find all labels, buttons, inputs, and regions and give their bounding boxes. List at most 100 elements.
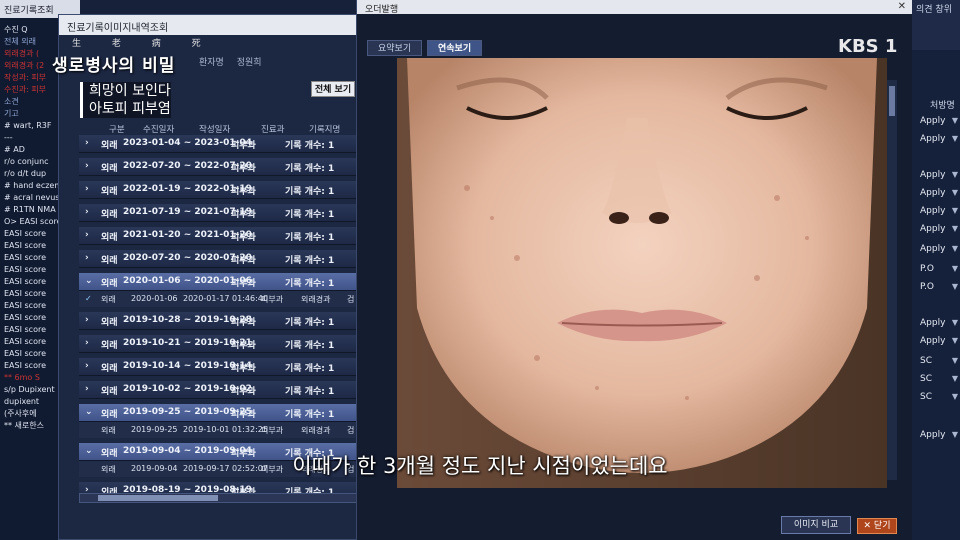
close-button[interactable]: ✕ 닫기 (857, 518, 897, 534)
expand-chevron-icon[interactable]: › (85, 338, 89, 348)
program-logo: 生 老 病 死 생로병사의 비밀 (52, 36, 215, 76)
record-type: 외래 (101, 410, 118, 420)
prescription-route-select[interactable]: Apply ▼ (920, 430, 960, 444)
record-row[interactable]: › 외래 2019-10-21 ~ 2019-10-21 피부과 기록 개수: 1 (79, 335, 357, 353)
program-hanja: 生 老 病 死 (72, 39, 215, 49)
expand-chevron-icon[interactable]: › (85, 230, 89, 240)
check-icon: ✓ (85, 294, 92, 303)
record-row[interactable]: ⌄ 외래 2019-09-25 ~ 2019-09-25 피부과 기록 개수: 1 (79, 404, 357, 422)
prescription-route-select[interactable]: Apply ▼ (920, 188, 960, 202)
patient-face-photo (397, 58, 887, 488)
expand-chevron-icon[interactable]: › (85, 161, 89, 171)
sub-visit-date: 2020-01-06 (131, 294, 178, 303)
prescription-header: 처방명 (930, 101, 955, 111)
record-row[interactable]: › 외래 2022-01-19 ~ 2022-01-19 피부과 기록 개수: 1 (79, 181, 357, 199)
prescription-route-select[interactable]: Apply ▼ (920, 206, 960, 220)
expand-chevron-icon[interactable]: › (85, 253, 89, 263)
horizontal-scrollbar[interactable] (79, 493, 357, 503)
view-all-button[interactable]: 전체 보기 (311, 81, 355, 97)
record-type: 외래 (101, 210, 118, 220)
prescription-route-select[interactable]: P.O ▼ (920, 282, 960, 296)
route-label: Apply (920, 224, 946, 234)
prescription-route-select[interactable]: Apply ▼ (920, 318, 960, 332)
expand-chevron-icon[interactable]: › (85, 384, 89, 394)
record-count: 기록 개수: 1 (285, 341, 335, 351)
record-count: 기록 개수: 1 (285, 256, 335, 266)
tab-continuous[interactable]: 연속보기 (427, 40, 483, 56)
record-row[interactable]: › 외래 2022-07-20 ~ 2022-07-20 피부과 기록 개수: 1 (79, 158, 357, 176)
record-department: 피부과 (231, 256, 256, 266)
route-label: Apply (920, 188, 946, 198)
expand-chevron-icon[interactable]: › (85, 361, 89, 371)
scroll-thumb[interactable] (889, 86, 895, 116)
record-count: 기록 개수: 1 (285, 233, 335, 243)
record-row[interactable]: › 외래 2023-01-04 ~ 2023-01-04 피부과 기록 개수: 1 (79, 135, 357, 153)
record-department: 피부과 (231, 141, 256, 151)
prescription-route-select[interactable]: Apply ▼ (920, 116, 960, 130)
record-department: 피부과 (231, 364, 256, 374)
expand-chevron-icon[interactable]: › (85, 315, 89, 325)
record-department: 피부과 (231, 187, 256, 197)
dropdown-arrow-icon: ▼ (951, 282, 958, 291)
record-department: 피부과 (231, 164, 256, 174)
record-count: 기록 개수: 1 (285, 364, 335, 374)
dropdown-arrow-icon: ▼ (951, 264, 958, 273)
prescription-route-select[interactable]: Apply ▼ (920, 244, 960, 258)
prescription-route-select[interactable]: Apply ▼ (920, 170, 960, 184)
record-row[interactable]: › 외래 2019-10-28 ~ 2019-10-28 피부과 기록 개수: 1 (79, 312, 357, 330)
sub-department: 피부과 (261, 295, 284, 304)
record-row[interactable]: › 외래 2021-07-19 ~ 2021-07-19 피부과 기록 개수: 1 (79, 204, 357, 222)
col-type: 구분 (109, 125, 125, 135)
prescription-route-select[interactable]: Apply ▼ (920, 336, 960, 350)
expand-chevron-icon[interactable]: › (85, 207, 89, 217)
expand-chevron-icon[interactable]: › (85, 184, 89, 194)
prescription-route-select[interactable]: Apply ▼ (920, 134, 960, 148)
col-record-name: 기록지명 (309, 125, 341, 135)
prescription-route-select[interactable]: SC ▼ (920, 356, 960, 370)
prescription-route-select[interactable]: SC ▼ (920, 392, 960, 406)
prescription-route-select[interactable]: Apply ▼ (920, 224, 960, 238)
record-row[interactable]: › 외래 2020-07-20 ~ 2020-07-20 피부과 기록 개수: 1 (79, 250, 357, 268)
sub-record-name: 외래경과 (301, 426, 331, 435)
list-window-title: 진료기록이미지내역조회 (59, 15, 357, 35)
expand-chevron-icon[interactable]: ⌄ (85, 276, 93, 286)
record-type: 외래 (101, 233, 118, 243)
close-icon[interactable]: ✕ (898, 1, 906, 12)
dropdown-arrow-icon: ▼ (951, 318, 958, 327)
scroll-thumb[interactable] (98, 495, 218, 501)
record-subrow[interactable]: 외래 2019-09-25 2019-10-01 01:32:25 피부과 외래경과 검 (79, 422, 357, 438)
route-label: Apply (920, 206, 946, 216)
record-type: 외래 (101, 187, 118, 197)
col-visit-date: 수진일자 (143, 125, 175, 135)
col-written-date: 작성일자 (199, 125, 231, 135)
record-type: 외래 (101, 364, 118, 374)
viewer-title: 오더발행 (357, 0, 912, 15)
sub-department: 피부과 (261, 426, 284, 435)
broadcast-frame: 진료기록조회 수진 Q 전체 외래 외래경과 (외래경과 (2 작성과: 피부 수진과:… (0, 0, 960, 540)
record-type: 외래 (101, 279, 118, 289)
record-row[interactable]: › 외래 2019-10-02 ~ 2019-10-02 피부과 기록 개수: 1 (79, 381, 357, 399)
record-subrow[interactable]: ✓ 외래 2020-01-06 2020-01-17 01:46:40 피부과 외래경과 검 (79, 291, 357, 307)
record-type: 외래 (101, 387, 118, 397)
record-department: 피부과 (231, 410, 256, 420)
prescription-route-select[interactable]: P.O ▼ (920, 264, 960, 278)
dropdown-arrow-icon: ▼ (951, 392, 958, 401)
route-label: Apply (920, 170, 946, 180)
record-row[interactable]: › 외래 2019-10-14 ~ 2019-10-14 피부과 기록 개수: 1 (79, 358, 357, 376)
record-row[interactable]: ⌄ 외래 2020-01-06 ~ 2020-01-06 피부과 기록 개수: 1 (79, 273, 357, 291)
program-name: 생로병사의 비밀 (52, 56, 176, 76)
record-row[interactable]: › 외래 2021-01-20 ~ 2021-01-20 피부과 기록 개수: 1 (79, 227, 357, 245)
image-compare-button[interactable]: 이미지 비교 (781, 516, 851, 534)
record-type: 외래 (101, 164, 118, 174)
record-department: 피부과 (231, 233, 256, 243)
expand-chevron-icon[interactable]: › (85, 138, 89, 148)
route-label: P.O (920, 264, 934, 274)
sub-type: 외래 (101, 426, 116, 435)
route-label: Apply (920, 244, 946, 254)
prescription-route-select[interactable]: SC ▼ (920, 374, 960, 388)
route-label: SC (920, 374, 932, 384)
dropdown-arrow-icon: ▼ (951, 336, 958, 345)
expand-chevron-icon[interactable]: ⌄ (85, 407, 93, 417)
tab-summary[interactable]: 요약보기 (367, 40, 423, 56)
vertical-scrollbar[interactable] (887, 80, 897, 480)
